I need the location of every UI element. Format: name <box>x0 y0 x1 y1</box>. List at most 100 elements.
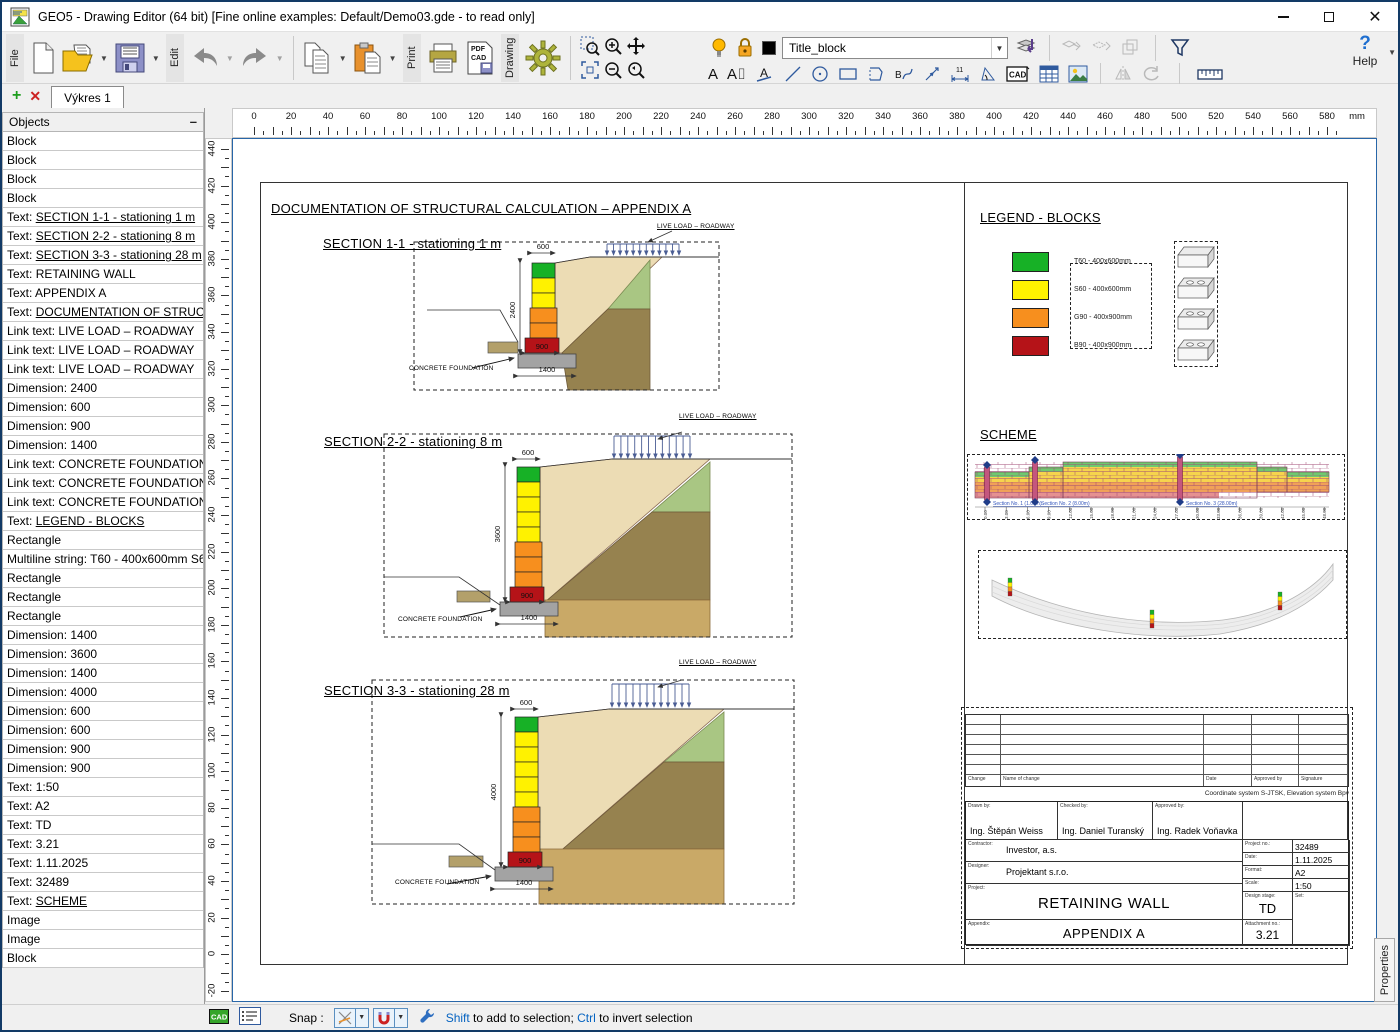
spline-text-tool-button[interactable]: B <box>892 63 916 85</box>
object-list-item[interactable]: Dimension: 1400 <box>3 626 203 645</box>
angle-dimension-tool-button[interactable] <box>977 63 999 85</box>
legend-swatch[interactable] <box>1012 308 1049 328</box>
pan-button[interactable] <box>624 34 648 58</box>
scheme-section-label[interactable]: Section No. 2 (8.00m) <box>1041 501 1090 507</box>
object-list-item[interactable]: Text: APPENDIX A <box>3 284 203 303</box>
open-file-button[interactable] <box>60 41 96 75</box>
legend-swatch[interactable] <box>1012 336 1049 356</box>
object-list-item[interactable]: Text: LEGEND - BLOCKS <box>3 512 203 531</box>
concrete-foundation-label-1[interactable]: CONCRETE FOUNDATION <box>409 365 494 372</box>
redo-button[interactable] <box>238 44 272 72</box>
print-menu-button[interactable]: Print <box>402 34 421 82</box>
live-load-label-1[interactable]: LIVE LOAD – ROADWAY <box>657 223 735 230</box>
add-tab-button[interactable]: + <box>12 87 21 105</box>
object-list-item[interactable]: Link text: LIVE LOAD – ROADWAY <box>3 341 203 360</box>
cad-mode-indicator[interactable]: CAD <box>209 1008 229 1027</box>
object-list-item[interactable]: Dimension: 1400 <box>3 436 203 455</box>
object-list-item[interactable]: Text: 1.11.2025 <box>3 854 203 873</box>
object-list-item[interactable]: Dimension: 4000 <box>3 683 203 702</box>
object-list-item[interactable]: Dimension: 600 <box>3 721 203 740</box>
cad-import-button[interactable]: CAD <box>1004 63 1032 85</box>
move-object-layer-button[interactable] <box>1089 36 1115 60</box>
live-load-label-2[interactable]: LIVE LOAD – ROADWAY <box>679 413 757 420</box>
object-list-item[interactable]: Dimension: 3600 <box>3 645 203 664</box>
visibility-button[interactable] <box>708 35 730 61</box>
object-list-item[interactable]: Link text: LIVE LOAD – ROADWAY <box>3 360 203 379</box>
filter-button[interactable] <box>1168 36 1192 60</box>
object-list-item[interactable]: Text: SECTION 1-1 - stationing 1 m <box>3 208 203 227</box>
object-list-item[interactable]: Block <box>3 949 203 968</box>
save-dropdown[interactable]: ▼ <box>150 54 162 63</box>
object-list-item[interactable]: Text: 3.21 <box>3 835 203 854</box>
dimension-tool-button[interactable]: 11 <box>948 63 972 85</box>
object-list-item[interactable]: Text: SCHEME <box>3 892 203 911</box>
zoom-in-button[interactable] <box>602 35 624 57</box>
object-list-item[interactable]: Image <box>3 930 203 949</box>
object-list-item[interactable]: Rectangle <box>3 588 203 607</box>
minimize-button[interactable] <box>1260 2 1306 32</box>
object-list-item[interactable]: Block <box>3 151 203 170</box>
magnet-snap-button[interactable]: ▼ <box>372 1007 408 1028</box>
mirror-button[interactable] <box>1111 63 1135 85</box>
legend-title[interactable]: LEGEND - BLOCKS <box>980 210 1101 225</box>
object-list-item[interactable]: Link text: CONCRETE FOUNDATION <box>3 455 203 474</box>
polygon-tool-button[interactable] <box>865 63 887 85</box>
duplicate-object-button[interactable] <box>1119 36 1143 60</box>
object-list-item[interactable]: Text: DOCUMENTATION OF STRUCTURAL CALCUL… <box>3 303 203 322</box>
circle-tool-button[interactable] <box>809 63 831 85</box>
save-button[interactable] <box>112 40 148 76</box>
properties-panel-tab[interactable]: Properties <box>1374 938 1395 1002</box>
legend-swatch[interactable] <box>1012 252 1049 272</box>
copy-dropdown[interactable]: ▼ <box>337 54 349 63</box>
scheme-3d-view[interactable] <box>978 550 1347 639</box>
object-list-item[interactable]: Block <box>3 132 203 151</box>
section-title-2[interactable]: SECTION 2-2 - stationing 8 m <box>324 434 502 449</box>
object-list-item[interactable]: Block <box>3 189 203 208</box>
paste-dropdown[interactable]: ▼ <box>387 54 399 63</box>
layer-color-swatch[interactable] <box>760 39 778 57</box>
object-list-item[interactable]: Dimension: 1400 <box>3 664 203 683</box>
close-button[interactable]: ✕ <box>1352 2 1398 32</box>
measure-button[interactable] <box>1195 64 1225 84</box>
help-button[interactable]: ? Help <box>1342 34 1388 69</box>
leader-tool-button[interactable] <box>921 63 943 85</box>
link-text-tool-button[interactable]: A <box>753 63 777 85</box>
undo-button[interactable] <box>188 44 222 72</box>
zoom-out-button[interactable] <box>602 59 624 81</box>
help-dropdown[interactable]: ▼ <box>1388 48 1396 57</box>
new-file-button[interactable] <box>28 40 58 76</box>
object-list-item[interactable]: Multiline string: T60 - 400x600mm S60 - … <box>3 550 203 569</box>
copy-object-layer-button[interactable] <box>1059 36 1085 60</box>
layer-combobox-caret[interactable]: ▼ <box>991 38 1007 58</box>
object-list-item[interactable]: Text: A2 <box>3 797 203 816</box>
drawing-menu-button[interactable]: Drawing <box>500 34 519 82</box>
edit-menu-button[interactable]: Edit <box>165 34 184 82</box>
concrete-foundation-label-2[interactable]: CONCRETE FOUNDATION <box>398 616 483 623</box>
object-list-item[interactable]: Rectangle <box>3 569 203 588</box>
section-title-3[interactable]: SECTION 3-3 - stationing 28 m <box>324 683 510 698</box>
move-to-layer-button[interactable] <box>1012 35 1040 61</box>
object-list-item[interactable]: Link text: CONCRETE FOUNDATION <box>3 474 203 493</box>
close-tab-button[interactable]: ✕ <box>29 88 41 105</box>
print-button[interactable] <box>425 40 461 76</box>
table-tool-button[interactable] <box>1037 63 1061 85</box>
object-list-item[interactable]: Link text: LIVE LOAD – ROADWAY <box>3 322 203 341</box>
scheme-elevation[interactable]: Section No. 1 (1.00m) Section No. 2 (8.00… <box>967 454 1345 520</box>
text-tool-button[interactable]: A <box>706 64 720 85</box>
open-dropdown[interactable]: ▼ <box>98 54 110 63</box>
copy-button[interactable] <box>301 40 335 76</box>
layer-combobox[interactable]: Title_block ▼ <box>782 37 1008 59</box>
object-list-item[interactable]: Block <box>3 170 203 189</box>
object-list-item[interactable]: Rectangle <box>3 607 203 626</box>
object-list-item[interactable]: Dimension: 2400 <box>3 379 203 398</box>
line-tool-button[interactable] <box>782 63 804 85</box>
zoom-extents-button[interactable] <box>579 59 601 81</box>
title-block[interactable]: Change Name of change Date Approved by Signa… <box>965 714 1350 946</box>
object-list-item[interactable]: Image <box>3 911 203 930</box>
objects-panel-minimize-button[interactable]: – <box>190 115 197 128</box>
lock-layer-button[interactable] <box>734 35 756 61</box>
snap-mode-dropdown[interactable]: ▼ <box>355 1007 369 1028</box>
section-title-1[interactable]: SECTION 1-1 - stationing 1 m <box>323 236 501 251</box>
object-list-item[interactable]: Text: 32489 <box>3 873 203 892</box>
file-menu-button[interactable]: File <box>6 34 24 82</box>
